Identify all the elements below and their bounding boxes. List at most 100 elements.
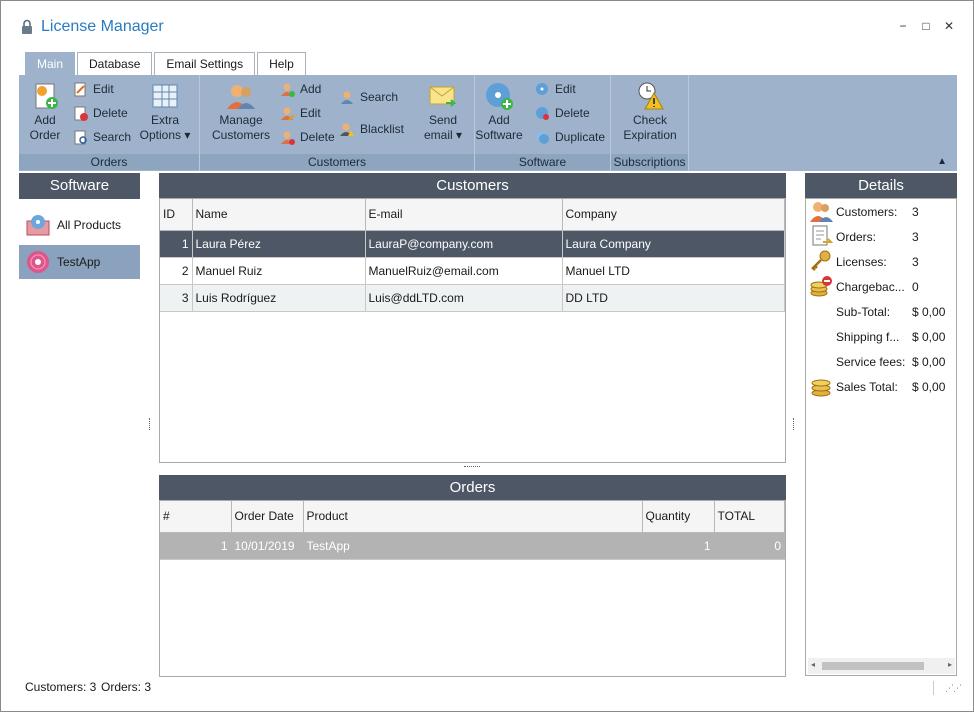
close-button[interactable]: ✕ xyxy=(942,19,956,33)
customers-group: Manage Customers Add Edit Delete Search xyxy=(200,75,475,171)
edit-customer-button[interactable]: Edit xyxy=(280,104,321,122)
edit-disc-icon xyxy=(536,83,548,95)
software-pane-header: Software xyxy=(19,173,140,199)
tab-email-settings[interactable]: Email Settings xyxy=(154,52,256,76)
edit-icon xyxy=(74,82,86,97)
chargeback-coins-icon xyxy=(810,276,832,297)
envelope-icon xyxy=(429,86,457,107)
software-item-testapp[interactable]: TestApp xyxy=(19,245,140,279)
search-icon xyxy=(74,130,87,145)
blacklist-icon xyxy=(340,123,354,136)
customers-icon xyxy=(810,202,833,222)
status-orders: Orders: 3 xyxy=(101,680,152,694)
column-order-date[interactable]: Order Date xyxy=(231,501,304,533)
detail-row-shipping-fees: Shipping f... $ 0,00 xyxy=(836,330,946,344)
collapse-ribbon-icon[interactable]: ▲ xyxy=(937,156,947,167)
detail-row-subtotal: Sub-Total: $ 0,00 xyxy=(836,305,946,319)
detail-row-orders: Orders: 3 xyxy=(806,224,956,249)
scroll-left-icon[interactable]: ◂ xyxy=(811,660,815,669)
check-expiration-button[interactable]: Check Expiration xyxy=(615,81,685,143)
add-order-icon xyxy=(35,83,58,109)
orders-group-label: Orders xyxy=(19,154,199,170)
customers-icon xyxy=(227,85,255,109)
ribbon-tabs: Main Database Email Settings Help xyxy=(25,52,308,76)
scrollbar-thumb[interactable] xyxy=(822,662,924,670)
detail-row-sales-total: Sales Total: $ 0,00 xyxy=(806,374,956,399)
manage-customers-button[interactable]: Manage Customers xyxy=(210,81,272,143)
table-icon xyxy=(152,84,178,108)
delete-icon xyxy=(74,106,88,121)
table-row[interactable]: 1 10/01/2019 TestApp 1 0 xyxy=(160,532,785,560)
middle-splitter[interactable] xyxy=(464,466,480,468)
search-order-button[interactable]: Search xyxy=(73,128,131,146)
search-customer-button[interactable]: Search xyxy=(340,88,398,106)
delete-order-button[interactable]: Delete xyxy=(73,104,128,122)
detail-row-chargebacks: Chargebac... 0 xyxy=(806,274,956,299)
search-user-icon xyxy=(341,91,353,104)
software-group: Add Software Edit Delete Duplicate Softw… xyxy=(475,75,611,171)
key-icon xyxy=(811,250,831,271)
license-manager-window: License Manager − □ ✕ Main Database Emai… xyxy=(0,0,974,712)
pink-disc-icon xyxy=(27,251,49,273)
window-title: License Manager xyxy=(41,18,164,35)
customers-group-label: Customers xyxy=(200,154,474,170)
orders-icon xyxy=(812,225,833,246)
column-name[interactable]: Name xyxy=(192,199,366,231)
ribbon: Add Order Edit Delete Search Extra Optio… xyxy=(19,75,957,171)
details-horizontal-scrollbar[interactable]: ◂ ▸ xyxy=(808,658,955,674)
add-software-button[interactable]: Add Software xyxy=(475,81,523,143)
edit-order-button[interactable]: Edit xyxy=(73,80,114,98)
add-customer-button[interactable]: Add xyxy=(280,80,321,98)
column-id[interactable]: ID xyxy=(160,199,193,231)
software-group-label: Software xyxy=(475,154,610,170)
column-company[interactable]: Company xyxy=(562,199,785,231)
orders-group: Add Order Edit Delete Search Extra Optio… xyxy=(19,75,200,171)
column-quantity[interactable]: Quantity xyxy=(642,501,715,533)
software-item-all-products[interactable]: All Products xyxy=(19,208,140,242)
customers-pane-header: Customers xyxy=(159,173,786,199)
column-email[interactable]: E-mail xyxy=(365,199,563,231)
lock-icon xyxy=(22,19,32,34)
table-row[interactable]: 3 Luis Rodríguez Luis@ddLTD.com DD LTD xyxy=(160,284,785,312)
tab-main[interactable]: Main xyxy=(25,52,76,76)
subscriptions-group: Check Expiration Subscriptions xyxy=(611,75,689,171)
orders-grid: # Order Date Product Quantity TOTAL 1 10… xyxy=(159,500,786,677)
detail-row-customers: Customers: 3 xyxy=(806,199,956,224)
detail-row-licenses: Licenses: 3 xyxy=(806,249,956,274)
extra-options-button[interactable]: Extra Options ▾ xyxy=(137,81,193,143)
subscriptions-group-label: Subscriptions xyxy=(611,154,688,170)
table-row[interactable]: 1 Laura Pérez LauraP@company.com Laura C… xyxy=(160,230,785,258)
column-product[interactable]: Product xyxy=(303,501,643,533)
duplicate-software-button[interactable]: Duplicate xyxy=(535,128,605,146)
table-row[interactable]: 2 Manuel Ruiz ManuelRuiz@email.com Manue… xyxy=(160,257,785,285)
add-order-button[interactable]: Add Order xyxy=(25,81,65,143)
delete-customer-button[interactable]: Delete xyxy=(280,128,335,146)
edit-user-icon xyxy=(281,107,295,121)
right-splitter[interactable] xyxy=(793,418,795,430)
send-email-button[interactable]: Send email ▾ xyxy=(418,81,468,143)
maximize-button[interactable]: □ xyxy=(919,19,933,33)
clock-warning-icon xyxy=(638,82,664,110)
edit-software-button[interactable]: Edit xyxy=(535,80,576,98)
details-panel: Customers: 3 Orders: 3 Licenses: 3 Charg… xyxy=(805,198,957,676)
scroll-right-icon[interactable]: ▸ xyxy=(948,660,952,669)
tab-help[interactable]: Help xyxy=(257,52,306,76)
delete-user-icon xyxy=(281,131,295,145)
box-disc-icon xyxy=(26,215,50,236)
status-customers: Customers: 3 xyxy=(25,680,97,694)
add-disc-icon xyxy=(486,83,513,110)
duplicate-disc-icon xyxy=(536,131,549,144)
column-number[interactable]: # xyxy=(160,501,232,533)
column-total[interactable]: TOTAL xyxy=(714,501,785,533)
left-splitter[interactable] xyxy=(149,418,151,430)
minimize-button[interactable]: − xyxy=(896,19,910,33)
detail-row-service-fees: Service fees: $ 0,00 xyxy=(836,355,946,369)
delete-disc-icon xyxy=(536,107,549,120)
tab-database[interactable]: Database xyxy=(77,52,153,76)
status-divider xyxy=(933,681,934,695)
resize-grip-icon[interactable]: ⋰⋰ xyxy=(945,683,962,694)
blacklist-button[interactable]: Blacklist xyxy=(340,120,404,138)
title-bar: License Manager − □ ✕ xyxy=(1,1,973,51)
customers-grid: ID Name E-mail Company 1 Laura Pérez Lau… xyxy=(159,198,786,463)
delete-software-button[interactable]: Delete xyxy=(535,104,590,122)
